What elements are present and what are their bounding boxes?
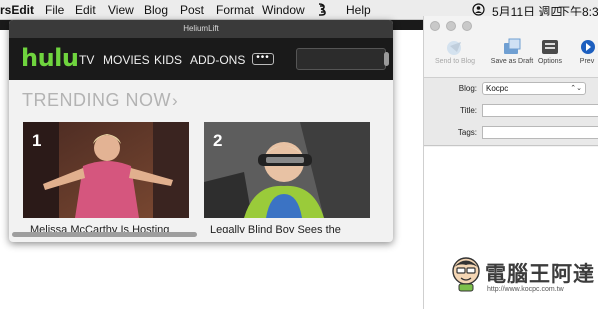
tags-field[interactable]	[482, 126, 598, 139]
card-2-rank: 2	[213, 131, 223, 150]
hulu-logo[interactable]: hulu	[21, 44, 79, 72]
title-label: Title:	[459, 106, 477, 115]
nav-tv[interactable]: TV	[79, 53, 94, 67]
watermark-mascot-icon	[449, 256, 483, 292]
options-button[interactable]: Options	[530, 38, 570, 65]
watermark-url: http://www.kocpc.com.tw	[487, 286, 564, 293]
section-title[interactable]: TRENDING NOW	[22, 90, 171, 111]
menu-file[interactable]: File	[45, 3, 64, 17]
trending-card-1[interactable]: 1	[23, 122, 189, 218]
card-2-caption[interactable]: Legally Blind Boy Sees the	[210, 223, 376, 233]
nav-add-ons[interactable]: ADD-ONS	[190, 53, 245, 67]
window-zoom-button[interactable]	[462, 21, 472, 31]
card-2-thumbnail	[204, 122, 370, 218]
menu-window[interactable]: Window	[262, 3, 305, 17]
options-icon	[539, 38, 561, 56]
horizontal-scrollbar[interactable]	[12, 232, 197, 237]
search-input[interactable]	[296, 48, 386, 70]
heliumlift-window: HeliumLift hulu TV MOVIES KIDS ADD-ONS •…	[9, 20, 393, 242]
menu-view[interactable]: View	[108, 3, 134, 17]
nav-movies[interactable]: MOVIES	[103, 53, 150, 67]
menu-edit[interactable]: Edit	[75, 3, 96, 17]
more-menu-button[interactable]: •••	[252, 53, 274, 65]
select-chevron-icon: ⌃⌄	[570, 85, 582, 92]
menu-post[interactable]: Post	[180, 3, 204, 17]
title-field[interactable]	[482, 104, 598, 117]
post-metadata-form: Blog: Kocpc ⌃⌄ Title: Tags:	[424, 78, 598, 146]
preview-button[interactable]: Prev	[572, 38, 598, 65]
window-minimize-button[interactable]	[446, 21, 456, 31]
card-1-rank: 1	[32, 131, 42, 150]
script-menu-icon[interactable]	[316, 3, 328, 19]
blog-label: Blog:	[458, 84, 477, 93]
app-menu[interactable]: rsEdit	[0, 3, 34, 17]
heliumlift-titlebar[interactable]: HeliumLift	[9, 20, 393, 38]
trending-card-2[interactable]: 2	[204, 122, 370, 218]
preview-icon	[579, 38, 595, 56]
vertical-scrollbar[interactable]	[384, 52, 389, 66]
menu-help[interactable]: Help	[346, 3, 371, 17]
send-to-blog-icon	[444, 38, 466, 56]
watermark-title: 電腦王阿達	[485, 262, 595, 286]
save-as-draft-icon	[501, 38, 523, 56]
card-1-thumbnail	[23, 122, 189, 218]
send-to-blog-button[interactable]: Send to Blog	[425, 38, 485, 65]
section-chevron-icon[interactable]: ›	[172, 91, 178, 111]
window-close-button[interactable]	[430, 21, 440, 31]
hulu-navbar: hulu TV MOVIES KIDS ADD-ONS •••	[9, 38, 393, 80]
menu-blog[interactable]: Blog	[144, 3, 168, 17]
tags-label: Tags:	[457, 128, 477, 137]
desktop-screen: rsEdit File Edit View Blog Post Format W…	[0, 0, 598, 309]
menu-format[interactable]: Format	[216, 3, 254, 17]
blog-select[interactable]: Kocpc ⌃⌄	[482, 82, 586, 95]
nav-kids[interactable]: KIDS	[154, 53, 182, 67]
